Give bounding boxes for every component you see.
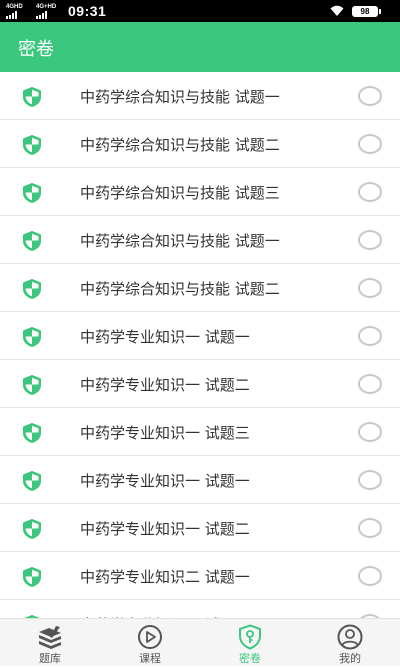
paper-row[interactable]: 中药学专业知识二 试题一 [0,600,400,618]
shield-icon [22,230,42,252]
select-radio[interactable] [358,470,382,490]
paper-row[interactable]: 中药学专业知识一 试题二 [0,504,400,552]
paper-title: 中药学综合知识与技能 试题二 [80,280,280,298]
tab-question-bank[interactable]: 题库 [0,619,100,667]
paper-list[interactable]: 中药学综合知识与技能 试题一 中药学综合知识与技能 试题二 中药学综合知识与技能 试… [0,72,400,618]
paper-title: 中药学专业知识一 试题一 [80,472,250,490]
app-header: 密卷 [0,22,400,72]
shield-icon [22,422,42,444]
page-title: 密卷 [18,39,54,60]
signal1-bars-icon [6,11,17,19]
paper-title: 中药学综合知识与技能 试题三 [80,184,280,202]
status-bar: 4GHD 4G+HD 09:31 98 [0,0,400,22]
paper-title: 中药学专业知识一 试题一 [80,328,250,346]
select-radio[interactable] [358,518,382,538]
select-radio[interactable] [358,230,382,250]
shield-icon [22,566,42,588]
shield-icon [22,374,42,396]
clock: 09:31 [68,3,107,19]
tab-secret-papers[interactable]: 密卷 [200,619,300,667]
paper-title: 中药学综合知识与技能 试题二 [80,136,280,154]
select-radio[interactable] [358,86,382,106]
books-icon [36,624,64,650]
select-radio[interactable] [358,278,382,298]
paper-title: 中药学专业知识一 试题二 [80,376,250,394]
tab-profile[interactable]: 我的 [300,619,400,667]
tab-label: 课程 [139,652,161,665]
select-radio[interactable] [358,422,382,442]
bottom-tab-bar: 题库 课程 密卷 我的 [0,618,400,666]
paper-row[interactable]: 中药学专业知识一 试题二 [0,360,400,408]
shield-icon [22,278,42,300]
tab-courses[interactable]: 课程 [100,619,200,667]
paper-row[interactable]: 中药学专业知识一 试题三 [0,408,400,456]
signal2-bars-icon [36,11,47,19]
play-circle-icon [136,624,164,650]
shield-icon [22,182,42,204]
paper-title: 中药学综合知识与技能 试题一 [80,232,280,250]
shield-icon [22,134,42,156]
select-radio[interactable] [358,326,382,346]
paper-row[interactable]: 中药学综合知识与技能 试题二 [0,120,400,168]
select-radio[interactable] [358,374,382,394]
select-radio[interactable] [358,182,382,202]
paper-row[interactable]: 中药学综合知识与技能 试题一 [0,216,400,264]
paper-title: 中药学专业知识二 试题一 [80,568,250,586]
shield-icon [22,518,42,540]
user-circle-icon [336,624,364,650]
battery-icon: 98 [352,6,381,17]
tab-label: 密卷 [239,652,261,665]
tab-label: 题库 [39,652,61,665]
shield-icon [22,86,42,108]
paper-row[interactable]: 中药学综合知识与技能 试题一 [0,72,400,120]
tab-label: 我的 [339,652,361,665]
shield-key-icon [236,624,264,650]
signal1-label: 4GHD [6,4,23,10]
signal2-label: 4G+HD [36,4,57,10]
shield-icon [22,470,42,492]
paper-title: 中药学综合知识与技能 试题一 [80,88,280,106]
paper-row[interactable]: 中药学专业知识一 试题一 [0,456,400,504]
paper-row[interactable]: 中药学专业知识二 试题一 [0,552,400,600]
shield-icon [22,326,42,348]
paper-title: 中药学专业知识一 试题三 [80,424,250,442]
select-radio[interactable] [358,566,382,586]
paper-row[interactable]: 中药学综合知识与技能 试题三 [0,168,400,216]
wifi-icon [330,5,344,16]
paper-row[interactable]: 中药学专业知识一 试题一 [0,312,400,360]
select-radio[interactable] [358,134,382,154]
paper-title: 中药学专业知识一 试题二 [80,520,250,538]
paper-row[interactable]: 中药学综合知识与技能 试题二 [0,264,400,312]
